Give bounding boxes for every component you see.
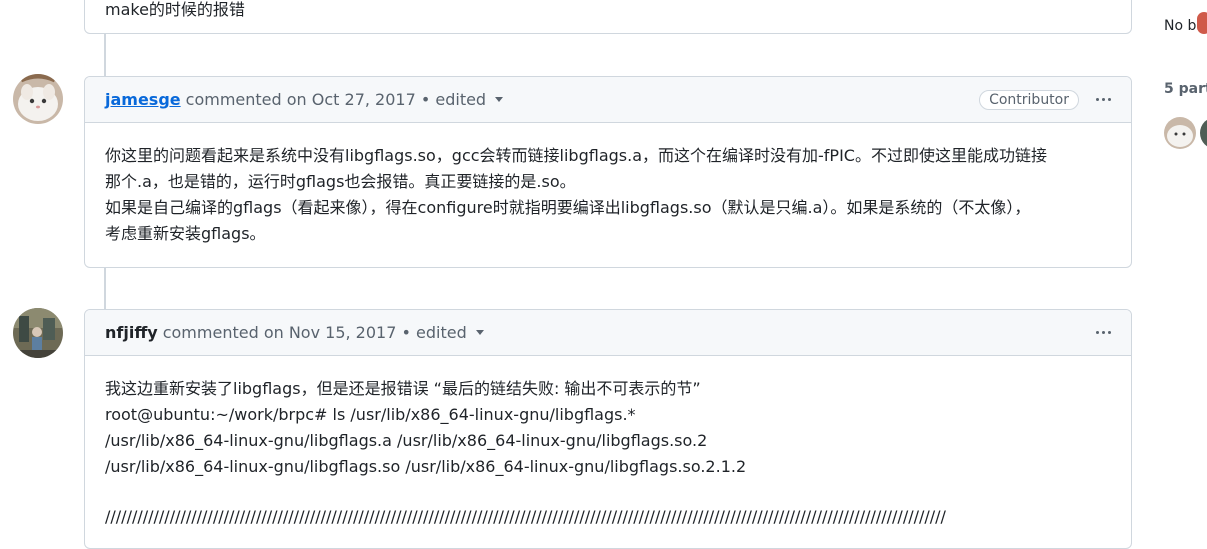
- comment-line: 那个.a，也是错的，运行时gflags也会报错。真正要链接的是.so。: [105, 172, 576, 191]
- sidebar-branch-icon: [1197, 12, 1207, 34]
- comment-card-nfjiffy: nfjiffy commented on Nov 15, 2017 • edit…: [84, 309, 1132, 549]
- comment-line: /usr/lib/x86_64-linux-gnu/libgflags.so /…: [105, 457, 747, 476]
- timeline-line: [104, 267, 106, 309]
- comment-line: 你这里的问题看起来是系统中没有libgflags.so，gcc会转而链接libg…: [105, 146, 1047, 165]
- comment-author-link[interactable]: jamesge: [105, 90, 181, 109]
- comment-meta: commented on Oct 27, 2017 • edited: [185, 90, 487, 109]
- comment-line: 如果是自己编译的gflags（看起来像），得在configure时就指明要编译出…: [105, 198, 1031, 217]
- edited-dropdown-caret-icon[interactable]: [495, 97, 504, 102]
- comment-header: jamesge commented on Oct 27, 2017 • edit…: [85, 77, 1131, 123]
- comment-line: root@ubuntu:~/work/brpc# ls /usr/lib/x86…: [105, 405, 636, 424]
- previous-comment-text: make的时候的报错: [105, 0, 245, 19]
- comment-body: 你这里的问题看起来是系统中没有libgflags.so，gcc会转而链接libg…: [85, 123, 1131, 263]
- comment-options-kebab-icon[interactable]: [1091, 88, 1115, 112]
- sidebar-participants-label: 5 parti: [1164, 81, 1207, 97]
- participant-avatar[interactable]: [1164, 117, 1196, 149]
- comment-meta: commented on Nov 15, 2017 • edited: [162, 323, 467, 342]
- avatar-nfjiffy[interactable]: [13, 308, 63, 358]
- comment-author-link[interactable]: nfjiffy: [105, 323, 158, 342]
- timeline-line: [104, 34, 106, 76]
- comment-header: nfjiffy commented on Nov 15, 2017 • edit…: [85, 310, 1131, 356]
- comment-line: /usr/lib/x86_64-linux-gnu/libgflags.a /u…: [105, 431, 708, 450]
- separator-line: ////////////////////////////////////////…: [105, 507, 946, 526]
- participant-avatar[interactable]: [1200, 117, 1207, 149]
- previous-comment-card: make的时候的报错: [84, 0, 1132, 34]
- comment-body: 我这边重新安装了libgflags，但是还是报错误 “最后的链结失败: 输出不可…: [85, 356, 1131, 546]
- comment-options-kebab-icon[interactable]: [1091, 321, 1115, 345]
- contributor-badge: Contributor: [979, 89, 1079, 110]
- comment-line: 考虑重新安装gflags。: [105, 224, 266, 243]
- avatar-jamesge[interactable]: [13, 74, 63, 124]
- comment-card-jamesge: jamesge commented on Oct 27, 2017 • edit…: [84, 76, 1132, 268]
- edited-dropdown-caret-icon[interactable]: [475, 330, 484, 335]
- comment-line: 我这边重新安装了libgflags，但是还是报错误 “最后的链结失败: 输出不可…: [105, 379, 701, 398]
